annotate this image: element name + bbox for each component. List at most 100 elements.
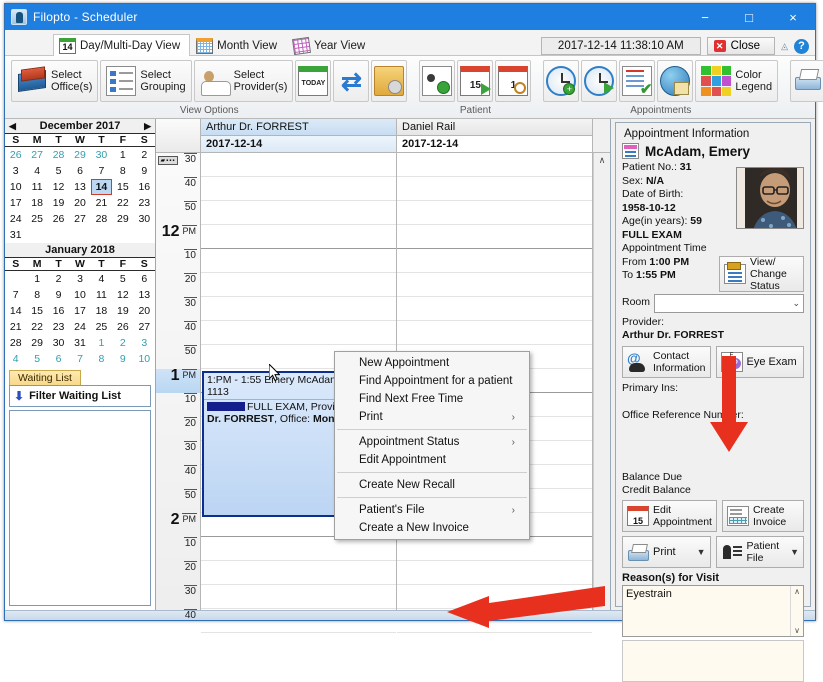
calendar-day-9[interactable]: 9: [112, 351, 133, 367]
calendar-grid-january[interactable]: 1 2 3 4 5 6 7 8 9 10 11 12 13 14 15 16 17 18 19 20 21 22 23 24 2…: [5, 271, 155, 367]
context-menu-item-edit-appointment[interactable]: Edit Appointment: [335, 451, 529, 469]
calendar-day-4[interactable]: 4: [5, 351, 26, 367]
calendar-day-7[interactable]: 7: [91, 163, 112, 179]
schedule-slot[interactable]: [201, 201, 396, 225]
calendar-day-1[interactable]: 1: [112, 147, 133, 163]
calendar-day-7[interactable]: 7: [69, 351, 90, 367]
schedule-slot[interactable]: [201, 585, 396, 609]
schedule-slot[interactable]: [201, 321, 396, 345]
calendar-day-17[interactable]: 17: [69, 303, 90, 319]
schedule-slot[interactable]: [397, 561, 592, 585]
add-patient-button[interactable]: [419, 60, 456, 102]
room-select[interactable]: ⌄: [654, 293, 804, 313]
calendar-day-5[interactable]: 5: [26, 351, 47, 367]
calendar-day-25[interactable]: 25: [26, 211, 47, 227]
calendar-day-9[interactable]: 9: [48, 287, 69, 303]
calendar-day-10[interactable]: 10: [134, 351, 155, 367]
tab-year-view[interactable]: Year View: [287, 34, 375, 56]
calendar-day-22[interactable]: 22: [112, 195, 133, 211]
context-menu-item-new-appointment[interactable]: New Appointment: [335, 354, 529, 372]
calendar-day-11[interactable]: 11: [91, 287, 112, 303]
calendar-day-2[interactable]: 2: [48, 271, 69, 287]
context-menu[interactable]: New Appointment Find Appointment for a pa…: [334, 351, 530, 540]
select-grouping-button[interactable]: Select Grouping: [100, 60, 192, 102]
scroll-up-icon-reasons[interactable]: ∧: [794, 587, 800, 596]
context-menu-item-create-new-recall[interactable]: Create New Recall: [335, 476, 529, 494]
tab-waiting-list[interactable]: Waiting List: [9, 370, 81, 385]
schedule-slot[interactable]: [397, 177, 592, 201]
view-change-status-button[interactable]: View/ Change Status: [719, 255, 804, 292]
calendar-day-28[interactable]: 28: [48, 147, 69, 163]
new-appointment-button[interactable]: +: [543, 60, 580, 102]
calendar-day-15[interactable]: 15: [112, 179, 133, 195]
calendar-day-30[interactable]: 30: [48, 335, 69, 351]
chevron-up-icon[interactable]: ◬: [781, 41, 788, 52]
calendar-day-20[interactable]: 20: [69, 195, 90, 211]
provider-column-header-1[interactable]: Arthur Dr. FORREST 2017-12-14: [201, 119, 397, 153]
calendar-day-23[interactable]: 23: [48, 319, 69, 335]
calendar-day-3[interactable]: 3: [69, 271, 90, 287]
calendar-day-13[interactable]: 13: [69, 179, 90, 195]
schedule-slot[interactable]: [201, 561, 396, 585]
calendar-day-3[interactable]: 3: [134, 335, 155, 351]
calendar-day-14[interactable]: 14: [90, 179, 113, 195]
calendar-day-10[interactable]: 10: [69, 287, 90, 303]
web-appointments-button[interactable]: [657, 60, 694, 102]
provider-column-header-2[interactable]: Daniel Rail 2017-12-14: [397, 119, 593, 153]
calendar-day-23[interactable]: 23: [134, 195, 155, 211]
calendar-day-6[interactable]: 6: [69, 163, 90, 179]
calendar-day-19[interactable]: 19: [48, 195, 69, 211]
calendar-day-7[interactable]: 7: [5, 287, 26, 303]
calendar-day-5[interactable]: 5: [112, 271, 133, 287]
schedule-slot[interactable]: [201, 225, 396, 249]
context-menu-item-find-next-free-time[interactable]: Find Next Free Time: [335, 390, 529, 408]
calendar-day-28[interactable]: 28: [91, 211, 112, 227]
calendar-day-26[interactable]: 26: [112, 319, 133, 335]
print-dropdown-button[interactable]: Print ▼: [622, 535, 711, 568]
calendar-day-26[interactable]: 26: [5, 147, 26, 163]
schedule-slot[interactable]: [397, 153, 592, 177]
schedule-slot[interactable]: [201, 249, 396, 273]
context-menu-item-print[interactable]: Print ›: [335, 408, 529, 426]
tab-month-view[interactable]: Month View: [190, 34, 287, 56]
calendar-day-27[interactable]: 27: [26, 147, 47, 163]
schedule-slot[interactable]: [397, 225, 592, 249]
calendar-day-2[interactable]: 2: [112, 335, 133, 351]
eye-exam-button[interactable]: EB CF D ZP Eye Exam: [715, 345, 804, 378]
schedule-slot[interactable]: [397, 609, 592, 633]
calendar-day-3[interactable]: 3: [5, 163, 26, 179]
schedule-slot[interactable]: [397, 201, 592, 225]
appointment-status-button[interactable]: [619, 60, 656, 102]
schedule-slot[interactable]: [397, 537, 592, 561]
calendar-day-26[interactable]: 26: [48, 211, 69, 227]
scroll-up-icon[interactable]: ∧: [599, 155, 606, 166]
calendar-day-12[interactable]: 12: [48, 179, 69, 195]
schedule-slot[interactable]: [397, 249, 592, 273]
color-legend-button[interactable]: Color Legend: [695, 60, 779, 102]
schedule-slot[interactable]: [397, 273, 592, 297]
next-month-icon[interactable]: ▶: [144, 121, 151, 132]
calendar-day-21[interactable]: 21: [91, 195, 112, 211]
print-button[interactable]: [790, 60, 823, 102]
calendar-day-11[interactable]: 11: [26, 179, 47, 195]
calendar-day-9[interactable]: 9: [134, 163, 155, 179]
schedule-slot[interactable]: [397, 321, 592, 345]
calendar-day-21[interactable]: 21: [5, 319, 26, 335]
calendar-day-15[interactable]: 15: [26, 303, 47, 319]
patient-appointments-button[interactable]: 15: [457, 60, 494, 102]
today-button[interactable]: TODAY: [295, 60, 332, 102]
notes-area[interactable]: [622, 640, 804, 682]
calendar-day-18[interactable]: 18: [26, 195, 47, 211]
move-appointment-button[interactable]: [581, 60, 618, 102]
calendar-day-1[interactable]: 1: [91, 335, 112, 351]
schedule-slot[interactable]: [201, 177, 396, 201]
select-offices-button[interactable]: Select Office(s): [11, 60, 99, 102]
schedule-slot[interactable]: [397, 297, 592, 321]
calendar-day-30[interactable]: 30: [134, 211, 155, 227]
calendar-grid-december[interactable]: 26 27 28 29 30 1 2 3 4 5 6 7 8 9 10 11 12 13 14 15 16 17 18 19 2…: [5, 147, 155, 243]
calendar-day-8[interactable]: 8: [91, 351, 112, 367]
edit-appointment-button[interactable]: 15 Edit Appointment: [622, 499, 717, 532]
calendar-day-14[interactable]: 14: [5, 303, 26, 319]
refresh-button[interactable]: [333, 60, 370, 102]
prev-month-icon[interactable]: ◀: [9, 121, 16, 132]
